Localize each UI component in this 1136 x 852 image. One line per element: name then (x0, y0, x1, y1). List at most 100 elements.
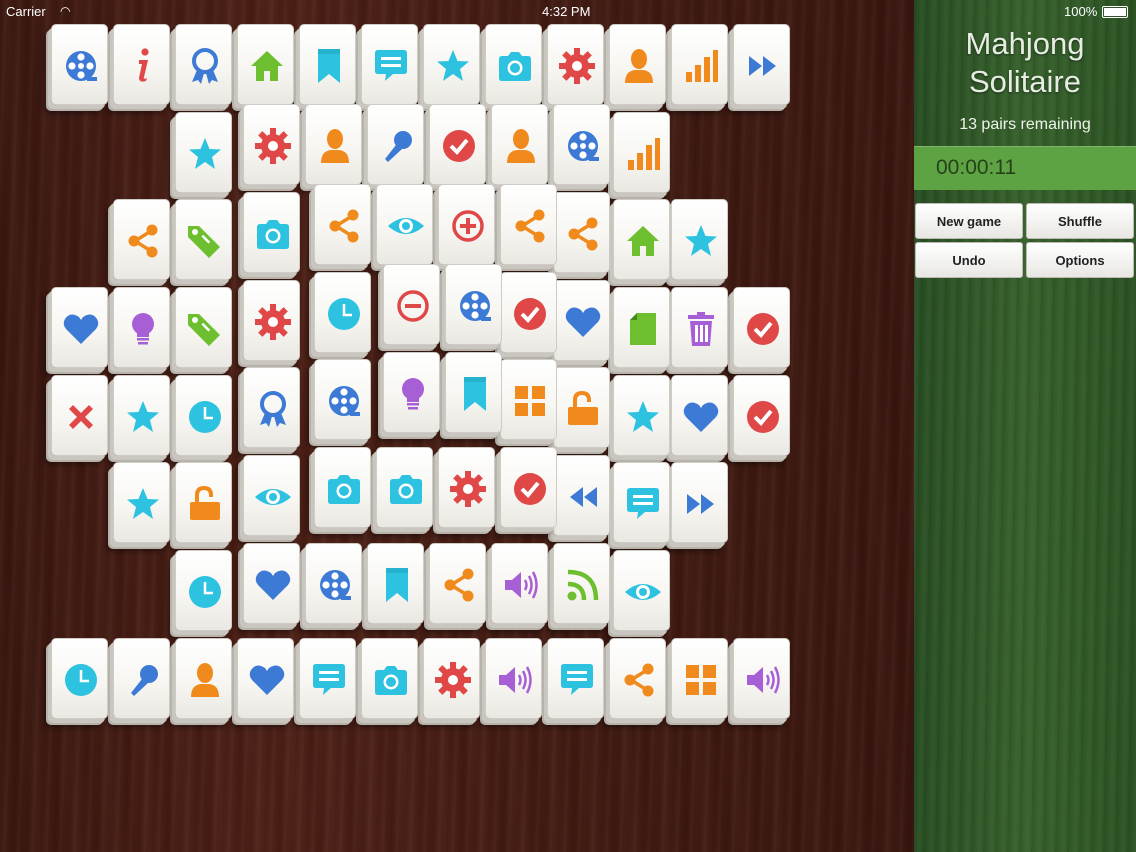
mahjong-tile[interactable] (429, 104, 486, 185)
mahjong-tile[interactable] (733, 375, 790, 456)
mahjong-tile[interactable] (175, 638, 232, 719)
mahjong-tile[interactable] (243, 455, 300, 536)
mahjong-tile[interactable] (299, 638, 356, 719)
mahjong-tile[interactable] (383, 352, 440, 433)
mahjong-tile[interactable] (243, 367, 300, 448)
speaker-icon (492, 544, 549, 625)
mahjong-tile[interactable] (237, 638, 294, 719)
mahjong-tile[interactable] (613, 462, 670, 543)
mahjong-tile[interactable] (314, 184, 371, 265)
mahjong-tile[interactable] (438, 447, 495, 528)
mahjong-tile[interactable] (175, 375, 232, 456)
film-reel-icon (52, 25, 109, 106)
home-icon (614, 200, 671, 281)
mahjong-tile[interactable] (547, 24, 604, 105)
mahjong-tile[interactable] (553, 104, 610, 185)
mahjong-tile[interactable] (438, 184, 495, 265)
mahjong-tile[interactable] (383, 264, 440, 345)
mahjong-tile[interactable] (613, 550, 670, 631)
mahjong-tile[interactable] (733, 638, 790, 719)
new-game-button[interactable]: New game (915, 203, 1023, 239)
mahjong-tile[interactable] (51, 638, 108, 719)
status-bar: Carrier ◠ 4:32 PM 100% (0, 0, 1136, 22)
mahjong-tile[interactable] (500, 447, 557, 528)
options-button[interactable]: Options (1026, 242, 1134, 278)
mahjong-tile[interactable] (445, 264, 502, 345)
mahjong-tile[interactable] (671, 375, 728, 456)
mahjong-tile[interactable] (113, 199, 170, 280)
film-reel-icon (446, 265, 503, 346)
mahjong-tile[interactable] (553, 192, 610, 273)
shuffle-button[interactable]: Shuffle (1026, 203, 1134, 239)
mahjong-tile[interactable] (361, 638, 418, 719)
mahjong-tile[interactable] (305, 543, 362, 624)
mahjong-tile[interactable] (175, 24, 232, 105)
undo-button[interactable]: Undo (915, 242, 1023, 278)
mahjong-tile[interactable] (51, 24, 108, 105)
mahjong-tile[interactable] (500, 272, 557, 353)
unlock-icon (554, 368, 611, 449)
wifi-icon: ◠ (60, 4, 71, 18)
mahjong-tile[interactable] (175, 287, 232, 368)
mahjong-tile[interactable] (175, 462, 232, 543)
mahjong-tile[interactable] (553, 455, 610, 536)
mahjong-tile[interactable] (609, 24, 666, 105)
mahjong-tile[interactable] (613, 287, 670, 368)
mahjong-tile[interactable] (299, 24, 356, 105)
mahjong-tile[interactable] (445, 352, 502, 433)
mahjong-tile[interactable] (500, 184, 557, 265)
mahjong-tile[interactable] (423, 24, 480, 105)
mahjong-tile[interactable] (376, 447, 433, 528)
mahjong-tile[interactable] (51, 375, 108, 456)
mahjong-tile[interactable] (243, 104, 300, 185)
mahjong-tile[interactable] (314, 272, 371, 353)
mahjong-tile[interactable] (613, 112, 670, 193)
mahjong-tile[interactable] (423, 638, 480, 719)
mahjong-tile[interactable] (175, 199, 232, 280)
mahjong-tile[interactable] (361, 24, 418, 105)
mahjong-tile[interactable] (243, 192, 300, 273)
mahjong-tile[interactable] (175, 550, 232, 631)
mahjong-tile[interactable] (553, 367, 610, 448)
mahjong-tile[interactable] (671, 638, 728, 719)
mahjong-tile[interactable] (243, 543, 300, 624)
mahjong-tile[interactable] (671, 24, 728, 105)
mahjong-tile[interactable] (376, 184, 433, 265)
mahjong-tile[interactable] (553, 280, 610, 361)
mahjong-tile[interactable] (237, 24, 294, 105)
mahjong-tile[interactable] (429, 543, 486, 624)
mahjong-tile[interactable] (671, 199, 728, 280)
mahjong-tile[interactable] (113, 638, 170, 719)
timer-value: 00:00:11 (936, 156, 1017, 179)
mahjong-tile[interactable] (367, 104, 424, 185)
mahjong-tile[interactable] (113, 462, 170, 543)
mahjong-tile[interactable] (485, 638, 542, 719)
mahjong-tile[interactable] (314, 359, 371, 440)
mahjong-tile[interactable] (733, 24, 790, 105)
mahjong-tile[interactable] (733, 287, 790, 368)
mahjong-tile[interactable] (553, 543, 610, 624)
game-title: Mahjong (965, 26, 1085, 61)
mahjong-tile[interactable] (671, 287, 728, 368)
mahjong-tile[interactable] (485, 24, 542, 105)
mahjong-tile[interactable] (367, 543, 424, 624)
mahjong-tile[interactable] (113, 287, 170, 368)
mahjong-tile[interactable] (491, 104, 548, 185)
mahjong-tile[interactable] (243, 280, 300, 361)
mahjong-tile[interactable] (175, 112, 232, 193)
mahjong-tile[interactable] (51, 287, 108, 368)
person-icon (306, 105, 363, 186)
star-icon (424, 25, 481, 106)
mahjong-tile[interactable] (491, 543, 548, 624)
mahjong-tile[interactable] (547, 638, 604, 719)
mahjong-tile[interactable] (613, 199, 670, 280)
mahjong-tile[interactable] (609, 638, 666, 719)
mahjong-tile[interactable] (314, 447, 371, 528)
mahjong-tile[interactable] (113, 24, 170, 105)
mahjong-tile[interactable] (113, 375, 170, 456)
mahjong-tile[interactable] (613, 375, 670, 456)
speaker-icon (734, 639, 791, 720)
mahjong-tile[interactable] (305, 104, 362, 185)
mahjong-tile[interactable] (671, 462, 728, 543)
mahjong-tile[interactable] (500, 359, 557, 440)
